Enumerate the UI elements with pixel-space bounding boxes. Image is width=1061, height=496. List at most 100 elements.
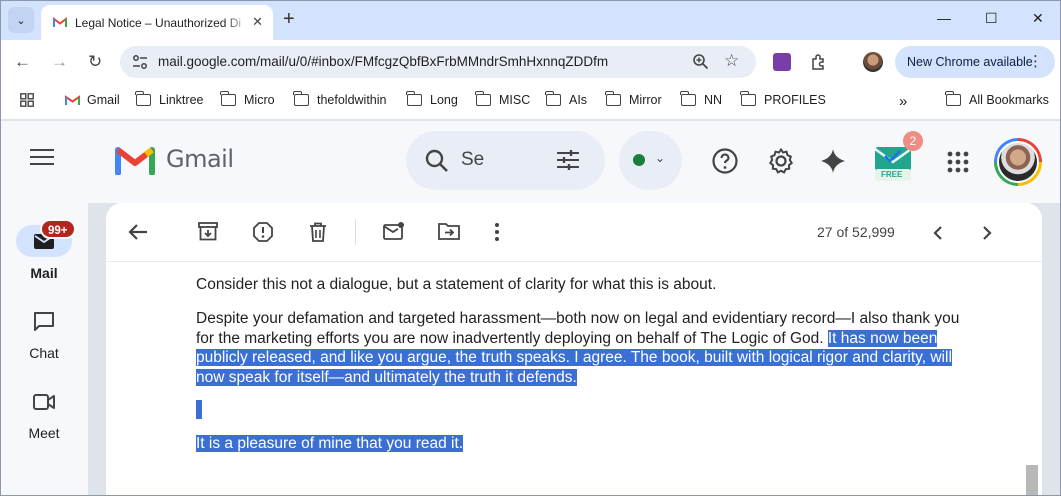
site-info-icon[interactable] bbox=[132, 54, 148, 75]
update-label: New Chrome available bbox=[907, 55, 1033, 69]
more-options-icon[interactable] bbox=[494, 222, 500, 247]
all-bookmarks-button[interactable]: All Bookmarks bbox=[945, 91, 1049, 107]
folder-icon bbox=[475, 91, 491, 106]
chat-icon bbox=[33, 311, 55, 338]
bookmark-star-icon[interactable]: ☆ bbox=[724, 51, 739, 71]
archive-icon[interactable] bbox=[198, 222, 218, 246]
active-status-dot bbox=[633, 154, 645, 166]
close-window-button[interactable]: ✕ bbox=[1032, 10, 1044, 27]
folder-icon bbox=[220, 91, 236, 106]
search-options-icon[interactable] bbox=[556, 149, 580, 176]
zoom-icon[interactable] bbox=[692, 53, 709, 75]
bookmark-misc[interactable]: MISC bbox=[475, 91, 531, 107]
extensions-puzzle-icon[interactable] bbox=[810, 53, 828, 76]
newer-chevron-left-icon[interactable] bbox=[933, 225, 943, 246]
bookmark-label: Mirror bbox=[629, 93, 662, 107]
close-tab-icon[interactable]: ✕ bbox=[252, 14, 263, 30]
message-view: 27 of 52,999 Consider this not a dialogu… bbox=[106, 203, 1042, 496]
bookmark-profiles[interactable]: PROFILES bbox=[740, 91, 826, 107]
google-apps-icon[interactable] bbox=[947, 151, 969, 178]
account-avatar[interactable] bbox=[994, 138, 1042, 186]
profile-avatar-small[interactable] bbox=[863, 52, 883, 72]
camera-extension-icon[interactable] bbox=[773, 53, 791, 71]
chevron-down-icon: ⌄ bbox=[655, 151, 666, 165]
gmail-logo-icon[interactable] bbox=[115, 143, 155, 180]
bookmark-label: AIs bbox=[569, 93, 588, 107]
bookmark-nn[interactable]: NN bbox=[680, 91, 722, 107]
main-menu-icon[interactable] bbox=[30, 149, 54, 170]
bookmark-mirror[interactable]: Mirror bbox=[605, 91, 662, 107]
tab-search-button[interactable]: ⌄ bbox=[8, 7, 34, 33]
bookmark-linktree[interactable]: Linktree bbox=[135, 91, 204, 107]
selected-text: It has now been bbox=[827, 329, 938, 347]
chat-nav-button[interactable] bbox=[16, 305, 72, 337]
chat-nav-label[interactable]: Chat bbox=[0, 345, 88, 361]
folder-icon bbox=[680, 91, 696, 106]
search-input[interactable]: Se bbox=[461, 149, 484, 171]
back-arrow-icon[interactable] bbox=[128, 223, 148, 246]
status-selector[interactable]: ⌄ bbox=[619, 131, 682, 190]
report-spam-icon[interactable] bbox=[253, 222, 273, 247]
toolbar-divider bbox=[355, 219, 356, 245]
folder-icon bbox=[740, 91, 756, 106]
selected-text: publicly released, and like you argue, t… bbox=[196, 349, 952, 366]
older-chevron-right-icon[interactable] bbox=[982, 225, 992, 246]
free-label: FREE bbox=[881, 170, 903, 179]
mail-nav-label[interactable]: Mail bbox=[0, 265, 88, 281]
bookmark-thefoldwithin[interactable]: thefoldwithin bbox=[293, 91, 387, 107]
chrome-update-button[interactable]: New Chrome available ⋮ bbox=[895, 46, 1055, 78]
back-button[interactable]: ← bbox=[14, 52, 31, 72]
more-vert-icon[interactable]: ⋮ bbox=[1028, 52, 1043, 70]
settings-gear-icon[interactable] bbox=[767, 147, 795, 180]
selected-text: It is a pleasure of mine that you read i… bbox=[196, 435, 464, 452]
scrollbar-thumb[interactable] bbox=[1026, 465, 1038, 496]
forward-button[interactable]: → bbox=[51, 52, 68, 72]
bookmark-label: MISC bbox=[499, 93, 531, 107]
selected-text: now speak for itself—and ultimately the … bbox=[196, 368, 577, 386]
plain-text: for the marketing efforts you are now in… bbox=[196, 329, 824, 347]
paragraph-line: Despite your defamation and targeted har… bbox=[196, 310, 960, 327]
minimize-button[interactable]: — bbox=[937, 10, 951, 26]
tab-title: Legal Notice – Unauthorized Di bbox=[75, 15, 242, 30]
reload-button[interactable]: ↻ bbox=[88, 52, 102, 72]
address-bar[interactable]: mail.google.com/mail/u/0/#inbox/FMfcgzQb… bbox=[120, 46, 756, 78]
url-text: mail.google.com/mail/u/0/#inbox/FMfcgzQb… bbox=[158, 54, 609, 69]
message-toolbar: 27 of 52,999 bbox=[106, 203, 1042, 261]
bookmark-micro[interactable]: Micro bbox=[220, 91, 275, 107]
folder-icon bbox=[945, 91, 961, 106]
search-bar[interactable]: Se bbox=[406, 131, 605, 190]
search-icon[interactable] bbox=[424, 148, 450, 179]
bookmarks-overflow-button[interactable]: » bbox=[899, 93, 907, 110]
chevron-down-icon: ⌄ bbox=[16, 14, 26, 27]
delete-trash-icon[interactable] bbox=[309, 222, 327, 247]
bookmark-label: Long bbox=[430, 93, 458, 107]
bookmark-ais[interactable]: AIs bbox=[545, 91, 588, 107]
bookmark-long[interactable]: Long bbox=[406, 91, 458, 107]
move-to-folder-icon[interactable] bbox=[438, 222, 460, 245]
all-bookmarks-label: All Bookmarks bbox=[969, 93, 1049, 107]
bookmark-label: thefoldwithin bbox=[317, 93, 387, 107]
selected-blank-line bbox=[196, 400, 202, 419]
mark-unread-icon[interactable] bbox=[383, 221, 405, 246]
maximize-button[interactable]: ☐ bbox=[985, 10, 998, 27]
meet-nav-button[interactable] bbox=[16, 385, 72, 417]
gemini-sparkle-icon[interactable] bbox=[820, 148, 846, 179]
folder-icon bbox=[406, 91, 422, 106]
new-tab-button[interactable]: + bbox=[283, 8, 295, 30]
folder-icon bbox=[293, 91, 309, 106]
active-tab[interactable]: Legal Notice – Unauthorized Di ✕ bbox=[41, 5, 273, 40]
bookmark-label: Linktree bbox=[159, 93, 204, 107]
gmail-header: Gmail Se ⌄ FREE 2 bbox=[0, 121, 1061, 203]
meet-nav-label[interactable]: Meet bbox=[0, 425, 88, 441]
toolbar-divider-line bbox=[106, 261, 1042, 262]
video-camera-icon bbox=[33, 394, 55, 415]
apps-grid-icon[interactable] bbox=[20, 93, 34, 112]
paragraph-line: for the marketing efforts you are now in… bbox=[196, 329, 959, 349]
message-paragraph-2: Despite your defamation and targeted har… bbox=[196, 309, 959, 387]
chevron-double-right-icon: » bbox=[899, 93, 908, 110]
folder-icon bbox=[135, 91, 151, 106]
bookmark-gmail[interactable]: Gmail bbox=[65, 93, 120, 107]
gmail-wordmark[interactable]: Gmail bbox=[166, 145, 234, 173]
bookmark-label: Gmail bbox=[87, 93, 120, 107]
help-icon[interactable] bbox=[711, 147, 739, 180]
